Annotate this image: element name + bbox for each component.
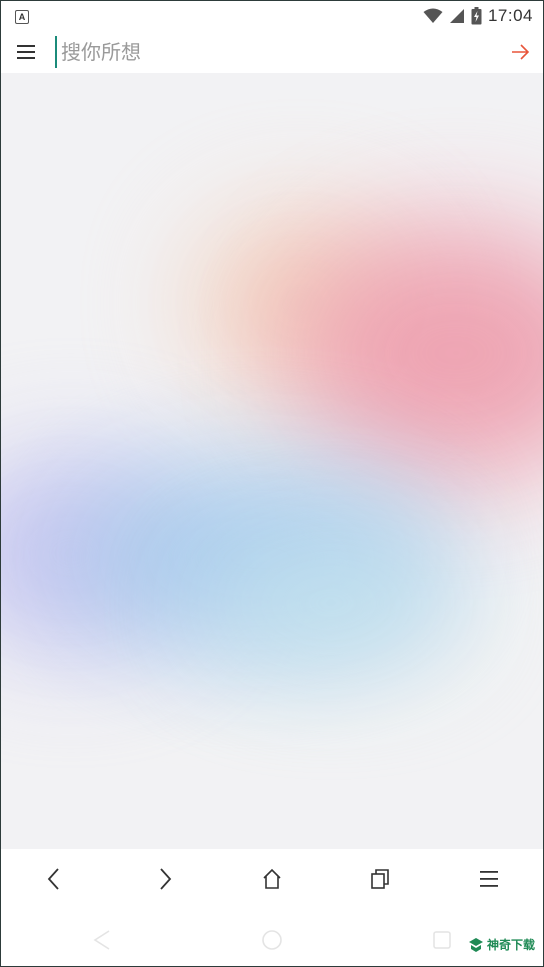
system-recents-button[interactable] <box>431 929 453 951</box>
browser-toolbar <box>1 849 543 909</box>
menu-button[interactable] <box>15 42 37 62</box>
home-circle-icon <box>262 930 282 950</box>
a-letter-icon: A <box>15 10 29 24</box>
go-button[interactable] <box>509 41 531 63</box>
forward-button[interactable] <box>134 849 194 909</box>
search-bar <box>1 31 543 73</box>
battery-charging-icon <box>471 7 482 25</box>
chevron-left-icon <box>47 868 59 890</box>
home-background <box>1 73 543 849</box>
hamburger-menu-icon <box>479 871 498 887</box>
clock: 17:04 <box>487 6 533 25</box>
back-button[interactable] <box>25 849 85 909</box>
system-back-button[interactable] <box>91 929 113 951</box>
back-triangle-icon <box>93 930 110 950</box>
chevron-right-icon <box>159 868 171 890</box>
status-icons: 17:04 <box>423 6 533 26</box>
hamburger-menu-icon <box>17 45 35 59</box>
tabs-icon <box>371 869 390 889</box>
gradient-blob-cyan <box>201 543 461 663</box>
system-nav-bar: 神奇下载 <box>1 909 543 966</box>
search-input[interactable] <box>55 36 501 68</box>
recents-square-icon <box>433 931 451 949</box>
tabs-button[interactable] <box>350 849 410 909</box>
cellular-signal-icon <box>449 9 464 23</box>
watermark: 神奇下载 <box>468 936 535 953</box>
shenqi-logo-icon <box>468 937 483 952</box>
home-icon <box>263 868 281 889</box>
menu-button[interactable] <box>459 849 519 909</box>
browser-window: A 17:04 搜你所想 神奇下载 <box>0 0 544 967</box>
wifi-icon <box>423 8 443 23</box>
status-bar: A 17:04 <box>1 1 543 31</box>
home-button[interactable] <box>242 849 302 909</box>
watermark-text: 神奇下载 <box>486 938 535 952</box>
arrow-right-icon <box>512 44 530 60</box>
system-home-button[interactable] <box>261 929 283 951</box>
